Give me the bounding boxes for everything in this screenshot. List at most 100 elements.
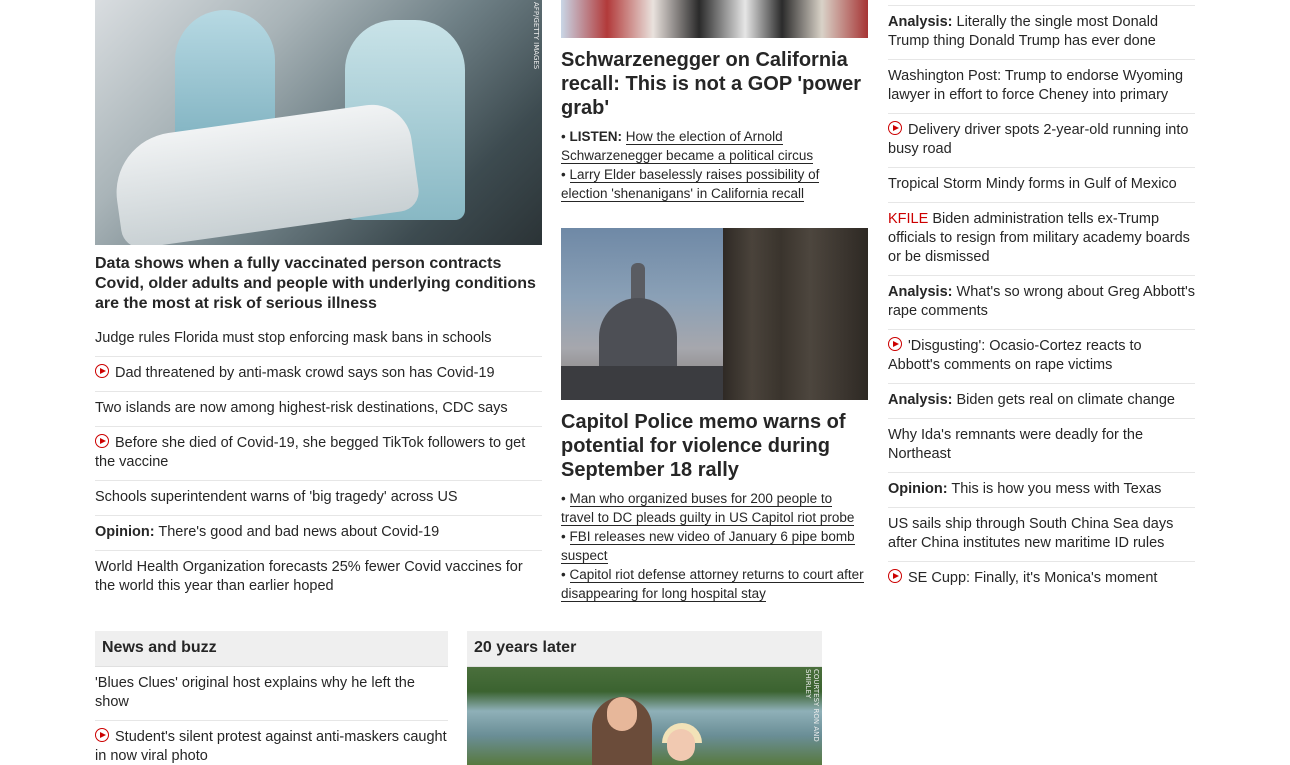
bullet: •: [561, 567, 566, 582]
schwarzenegger-image[interactable]: [561, 0, 868, 38]
headline-item[interactable]: Analysis: Literally the single most Dona…: [888, 6, 1195, 60]
right-column: Analysis: Literally the single most Dona…: [888, 5, 1195, 596]
headline-text: 'Disgusting': Ocasio-Cortez reacts to Ab…: [888, 338, 1142, 373]
headline-link[interactable]: Delivery driver spots 2-year-old running…: [888, 121, 1188, 157]
headline-text: Why Ida's remnants were deadly for the N…: [888, 427, 1144, 462]
headline-item[interactable]: Washington Post: Trump to endorse Wyomin…: [888, 60, 1195, 114]
headline-label: Analysis:: [888, 284, 953, 300]
hero-image-credit: AFP/GETTY IMAGES: [532, 2, 540, 70]
related-link[interactable]: Man who organized buses for 200 people t…: [561, 491, 855, 526]
left-headline-list: Judge rules Florida must stop enforcing …: [95, 322, 542, 604]
video-play-icon: [888, 337, 902, 351]
headline-text: World Health Organization forecasts 25% …: [95, 559, 523, 594]
headline-text: Judge rules Florida must stop enforcing …: [95, 330, 492, 346]
headline-item[interactable]: Opinion: This is how you mess with Texas: [888, 473, 1195, 508]
headline-item[interactable]: Before she died of Covid-19, she begged …: [95, 427, 542, 481]
headline-link[interactable]: KFILE Biden administration tells ex-Trum…: [888, 211, 1190, 265]
video-play-icon: [888, 569, 902, 583]
headline-link[interactable]: 'Disgusting': Ocasio-Cortez reacts to Ab…: [888, 337, 1142, 373]
twenty-years-later-section: 20 years later COURTESY RON AND SHIRLEY: [467, 631, 822, 765]
hero-image[interactable]: AFP/GETTY IMAGES: [95, 0, 542, 245]
bullet: •: [561, 529, 566, 544]
headline-item[interactable]: Tropical Storm Mindy forms in Gulf of Me…: [888, 168, 1195, 203]
headline-item[interactable]: Dad threatened by anti-mask crowd says s…: [95, 357, 542, 392]
headline-link[interactable]: Dad threatened by anti-mask crowd says s…: [95, 364, 495, 381]
headline-link[interactable]: SE Cupp: Finally, it's Monica's moment: [888, 569, 1158, 586]
video-play-icon: [95, 728, 109, 742]
schwarzenegger-headline[interactable]: Schwarzenegger on California recall: Thi…: [561, 48, 868, 120]
headline-label: Analysis:: [888, 392, 953, 408]
headline-item[interactable]: US sails ship through South China Sea da…: [888, 508, 1195, 562]
hero-headline[interactable]: Data shows when a fully vaccinated perso…: [95, 254, 542, 314]
twenty-years-later-image[interactable]: COURTESY RON AND SHIRLEY: [467, 667, 822, 765]
headline-item[interactable]: 'Blues Clues' original host explains why…: [95, 667, 448, 721]
headline-item[interactable]: Student's silent protest against anti-ma…: [95, 721, 448, 765]
headline-item[interactable]: 'Disgusting': Ocasio-Cortez reacts to Ab…: [888, 330, 1195, 384]
related-link-row: • Man who organized buses for 200 people…: [561, 489, 868, 527]
headline-item[interactable]: Schools superintendent warns of 'big tra…: [95, 481, 542, 516]
headline-link[interactable]: Student's silent protest against anti-ma…: [95, 728, 447, 764]
headline-link[interactable]: Before she died of Covid-19, she begged …: [95, 434, 526, 470]
headline-text: There's good and bad news about Covid-19: [158, 524, 440, 540]
bullet: •: [561, 491, 566, 506]
left-column: AFP/GETTY IMAGES Data shows when a fully…: [95, 0, 542, 604]
headline-item[interactable]: Delivery driver spots 2-year-old running…: [888, 114, 1195, 168]
video-play-icon: [95, 364, 109, 378]
headline-text: Before she died of Covid-19, she begged …: [95, 435, 526, 470]
headline-item[interactable]: Analysis: What's so wrong about Greg Abb…: [888, 276, 1195, 330]
headline-item[interactable]: Judge rules Florida must stop enforcing …: [95, 322, 542, 357]
headline-item[interactable]: Two islands are now among highest-risk d…: [95, 392, 542, 427]
news-and-buzz-section: News and buzz 'Blues Clues' original hos…: [95, 631, 448, 765]
related-link[interactable]: FBI releases new video of January 6 pipe…: [561, 529, 855, 564]
headline-link[interactable]: Analysis: Literally the single most Dona…: [888, 14, 1158, 49]
headline-item[interactable]: World Health Organization forecasts 25% …: [95, 551, 542, 604]
related-link-row: • Larry Elder baselessly raises possibil…: [561, 165, 868, 203]
headline-text: Washington Post: Trump to endorse Wyomin…: [888, 68, 1184, 103]
headline-item[interactable]: Analysis: Biden gets real on climate cha…: [888, 384, 1195, 419]
headline-label: Analysis:: [888, 14, 953, 30]
headline-link[interactable]: Washington Post: Trump to endorse Wyomin…: [888, 68, 1183, 103]
headline-link[interactable]: Judge rules Florida must stop enforcing …: [95, 330, 492, 346]
video-play-icon: [888, 121, 902, 135]
headline-text: Two islands are now among highest-risk d…: [95, 400, 508, 416]
headline-link[interactable]: US sails ship through South China Sea da…: [888, 516, 1173, 551]
headline-link[interactable]: Opinion: This is how you mess with Texas: [888, 481, 1161, 497]
headline-text: Biden administration tells ex-Trump offi…: [888, 211, 1190, 265]
photo-face: [667, 729, 695, 761]
headline-label: Opinion:: [888, 481, 948, 497]
video-play-icon: [95, 434, 109, 448]
photo-face: [607, 697, 637, 731]
news-and-buzz-title: News and buzz: [95, 631, 448, 667]
capitol-related-links: • Man who organized buses for 200 people…: [561, 489, 868, 603]
capitol-image[interactable]: [561, 228, 868, 400]
related-link-row: • FBI releases new video of January 6 pi…: [561, 527, 868, 565]
twenty-years-later-credit: COURTESY RON AND SHIRLEY: [804, 669, 820, 742]
headline-link[interactable]: Why Ida's remnants were deadly for the N…: [888, 427, 1143, 462]
headline-item[interactable]: Why Ida's remnants were deadly for the N…: [888, 419, 1195, 473]
headline-text: SE Cupp: Finally, it's Monica's moment: [908, 570, 1158, 586]
headline-link[interactable]: Schools superintendent warns of 'big tra…: [95, 489, 458, 505]
related-link[interactable]: Capitol riot defense attorney returns to…: [561, 567, 864, 602]
headline-link[interactable]: Analysis: Biden gets real on climate cha…: [888, 392, 1175, 408]
headline-link[interactable]: Tropical Storm Mindy forms in Gulf of Me…: [888, 176, 1177, 192]
related-link-row: • Capitol riot defense attorney returns …: [561, 565, 868, 603]
headline-item[interactable]: Opinion: There's good and bad news about…: [95, 516, 542, 551]
headline-link[interactable]: Two islands are now among highest-risk d…: [95, 400, 508, 416]
headline-link[interactable]: World Health Organization forecasts 25% …: [95, 559, 523, 594]
related-link-prefix: LISTEN:: [569, 129, 623, 144]
right-headline-list: Analysis: Literally the single most Dona…: [888, 5, 1195, 596]
headline-item[interactable]: SE Cupp: Finally, it's Monica's moment: [888, 562, 1195, 596]
headline-link[interactable]: 'Blues Clues' original host explains why…: [95, 675, 415, 710]
headline-text: Biden gets real on climate change: [956, 392, 1175, 408]
kfile-tag: KFILE: [888, 211, 929, 227]
headline-link[interactable]: Opinion: There's good and bad news about…: [95, 524, 439, 540]
headline-item[interactable]: KFILE Biden administration tells ex-Trum…: [888, 203, 1195, 276]
schwarzenegger-related-links: • LISTEN: How the election of Arnold Sch…: [561, 127, 868, 203]
related-link[interactable]: Larry Elder baselessly raises possibilit…: [561, 167, 820, 202]
headline-label: Opinion:: [95, 524, 155, 540]
capitol-image-spire: [631, 263, 645, 303]
headline-text: This is how you mess with Texas: [951, 481, 1162, 497]
headline-link[interactable]: Analysis: What's so wrong about Greg Abb…: [888, 284, 1195, 319]
capitol-image-dome: [599, 298, 677, 368]
capitol-headline[interactable]: Capitol Police memo warns of potential f…: [561, 410, 868, 482]
